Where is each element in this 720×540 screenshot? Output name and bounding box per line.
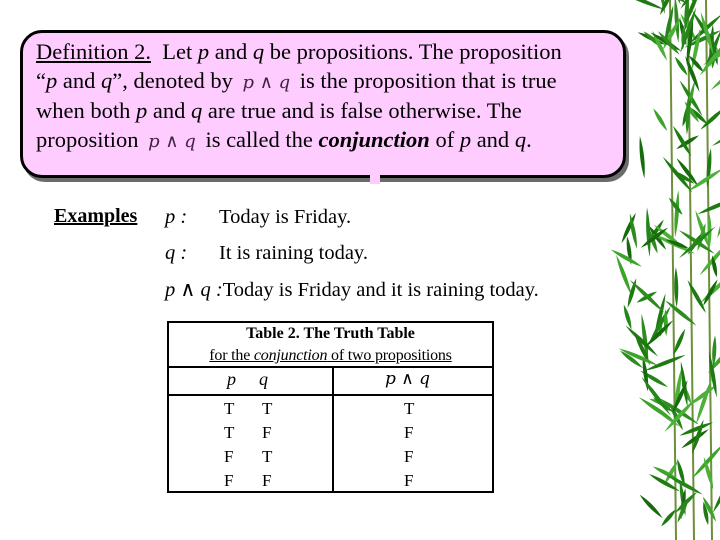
- example-variable: p ∧ q :: [165, 279, 223, 301]
- bamboo-leaf: [610, 249, 642, 267]
- callout-tail: [370, 175, 380, 184]
- truth-value-cell: T: [224, 423, 235, 442]
- bamboo-leaf: [639, 494, 663, 519]
- bamboo-leaf: [618, 0, 665, 10]
- definition-line-1: Definition 2. Let p and q be proposition…: [36, 39, 562, 64]
- truth-table: Table 2. The Truth Table for the conjunc…: [167, 321, 494, 493]
- bamboo-leaf: [711, 121, 720, 146]
- example-text: It is raining today.: [219, 242, 368, 264]
- truth-value-cell: F: [262, 423, 272, 442]
- definition-heading: Definition 2.: [36, 39, 151, 64]
- header-p-and-q: p ∧ q: [385, 369, 431, 389]
- example-text: Today is Friday.: [219, 206, 352, 228]
- conjunction-term: conjunction: [318, 126, 430, 152]
- truth-value-cell: F: [262, 471, 272, 490]
- truth-value-cell: F: [224, 447, 234, 466]
- bamboo-leaf: [679, 226, 716, 259]
- bamboo-leaf: [676, 158, 699, 187]
- definition-text: Definition 2. Let p and q be proposition…: [36, 38, 616, 156]
- table-rule: [169, 394, 492, 396]
- truth-value-cell: T: [224, 399, 235, 418]
- bamboo-leaf: [674, 491, 698, 513]
- bamboo-leaf: [623, 304, 632, 330]
- bamboo-leaf: [639, 135, 645, 179]
- header-p: p: [227, 369, 236, 389]
- example-text: Today is Friday and it is raining today.: [222, 279, 539, 301]
- example-variable: p :: [165, 206, 188, 228]
- example-row: p : Today is Friday.: [165, 206, 351, 229]
- example-row: p ∧ q :Today is Friday and it is raining…: [165, 277, 539, 302]
- bamboo-leaf: [665, 300, 697, 326]
- bamboo-stem: [669, 0, 677, 540]
- bamboo-leaf: [687, 279, 706, 314]
- bamboo-leaf: [653, 108, 668, 131]
- result-cell: F: [404, 447, 414, 466]
- table-rule: [169, 366, 492, 368]
- truth-value-cell: F: [224, 471, 234, 490]
- truth-value-cell: T: [262, 447, 273, 466]
- conjunction-symbol: p ∧ q: [148, 130, 196, 152]
- result-cell: F: [404, 423, 414, 442]
- definition-line-4: proposition p ∧ q is called the conjunct…: [36, 126, 532, 152]
- examples-label: Examples: [54, 205, 138, 227]
- result-cell: T: [404, 399, 415, 418]
- definition-line-3: when both p and q are true and is false …: [36, 98, 522, 123]
- truth-value-cell: T: [262, 399, 273, 418]
- conjunction-symbol: p ∧ q: [242, 71, 291, 93]
- bamboo-leaf: [629, 279, 665, 313]
- example-variable: q :: [165, 242, 188, 264]
- example-row: q : It is raining today.: [165, 242, 368, 265]
- result-cell: F: [404, 471, 414, 490]
- header-q: q: [259, 369, 268, 389]
- truth-table-caption: Table 2. The Truth Table for the conjunc…: [209, 325, 452, 364]
- table-column-divider: [332, 366, 334, 493]
- table-number: Table 2.: [246, 325, 300, 342]
- definition-line-2: “p and q”, denoted by p ∧ q is the propo…: [36, 67, 557, 93]
- bamboo-leaf: [674, 266, 679, 308]
- bamboo-stem: [687, 0, 695, 540]
